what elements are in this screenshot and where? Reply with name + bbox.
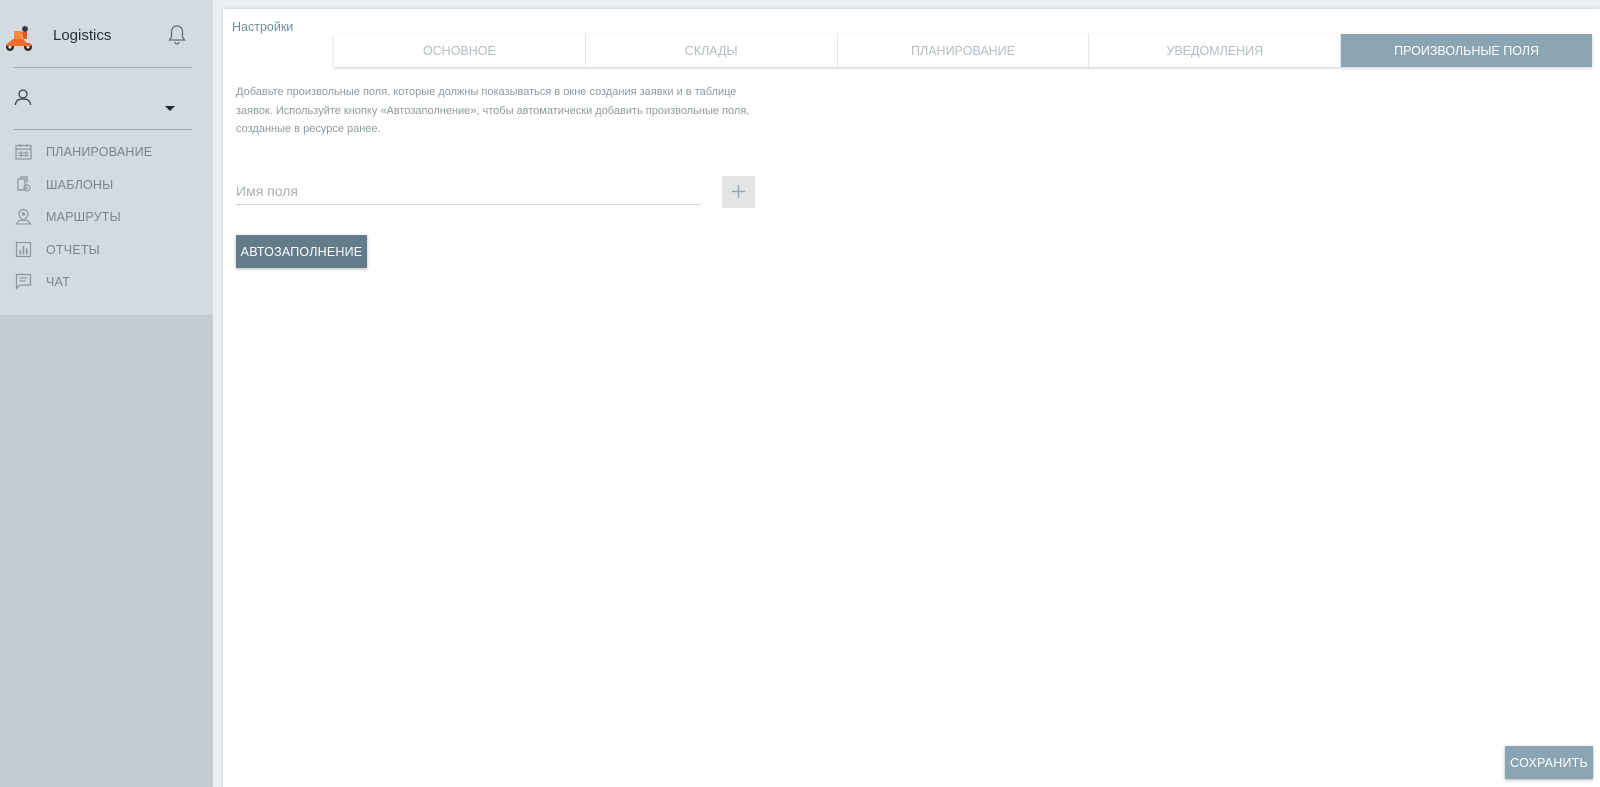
chat-icon (15, 273, 32, 290)
brand-name: Logistics (53, 27, 112, 44)
sidebar-item-label: МАРШРУТЫ (46, 210, 121, 224)
sidebar-divider (14, 129, 192, 130)
sidebar-item-label: ПЛАНИРОВАНИЕ (46, 145, 153, 159)
sidebar-item-chat[interactable]: ЧАТ (0, 266, 213, 299)
tab-planning[interactable]: ПЛАНИРОВАНИЕ (837, 34, 1090, 67)
add-field-button[interactable] (722, 176, 755, 208)
plus-icon (732, 185, 745, 198)
courier-scooter-icon (6, 26, 32, 51)
tab-general[interactable]: ОСНОВНОЕ (334, 34, 586, 67)
sidebar-item-label: ШАБЛОНЫ (46, 177, 114, 192)
tab-warehouses[interactable]: СКЛАДЫ (585, 34, 838, 67)
bar-chart-icon (15, 241, 32, 257)
sidebar-top-panel: Logistics ПЛАНИРОВАНИЕ ШАБЛОНЫ МАРШРУТЫ … (0, 0, 213, 315)
sidebar-nav: ПЛАНИРОВАНИЕ ШАБЛОНЫ МАРШРУТЫ ОТЧЕТЫ ЧАТ (0, 136, 213, 299)
user-icon (14, 89, 32, 106)
tab-notifications[interactable]: УВЕДОМЛЕНИЯ (1089, 34, 1342, 67)
sidebar-divider (14, 67, 192, 68)
settings-panel: Настройки ОСНОВНОЕ СКЛАДЫ ПЛАНИРОВАНИЕ У… (223, 9, 1600, 787)
bell-icon[interactable] (167, 24, 187, 46)
tab-custom-fields[interactable]: ПРОИЗВОЛЬНЫЕ ПОЛЯ (1341, 34, 1592, 67)
sidebar-item-reports[interactable]: ОТЧЕТЫ (0, 234, 213, 267)
field-name-input[interactable] (236, 179, 701, 203)
templates-icon (17, 175, 31, 192)
save-button[interactable]: СОХРАНИТЬ (1505, 746, 1593, 779)
sidebar-item-label: ЧАТ (46, 275, 70, 289)
field-name-wrapper (236, 179, 701, 205)
autofill-button[interactable]: АВТОЗАПОЛНЕНИЕ (236, 235, 367, 268)
custom-fields-description: Добавьте произвольные поля, которые долж… (236, 86, 750, 135)
settings-tabs: ОСНОВНОЕ СКЛАДЫ ПЛАНИРОВАНИЕ УВЕДОМЛЕНИЯ… (334, 34, 1592, 67)
sidebar-item-templates[interactable]: ШАБЛОНЫ (0, 169, 213, 202)
sidebar: Logistics ПЛАНИРОВАНИЕ ШАБЛОНЫ МАРШРУТЫ … (0, 0, 213, 787)
map-pin-icon (15, 208, 32, 225)
page-title: Настройки (232, 20, 294, 34)
calendar-icon (15, 144, 32, 160)
sidebar-item-planning[interactable]: ПЛАНИРОВАНИЕ (0, 136, 213, 169)
sidebar-item-label: ОТЧЕТЫ (46, 242, 100, 257)
chevron-down-icon[interactable] (165, 106, 175, 111)
sidebar-item-routes[interactable]: МАРШРУТЫ (0, 201, 213, 234)
brand: Logistics (0, 14, 213, 58)
user-menu[interactable] (0, 83, 213, 123)
